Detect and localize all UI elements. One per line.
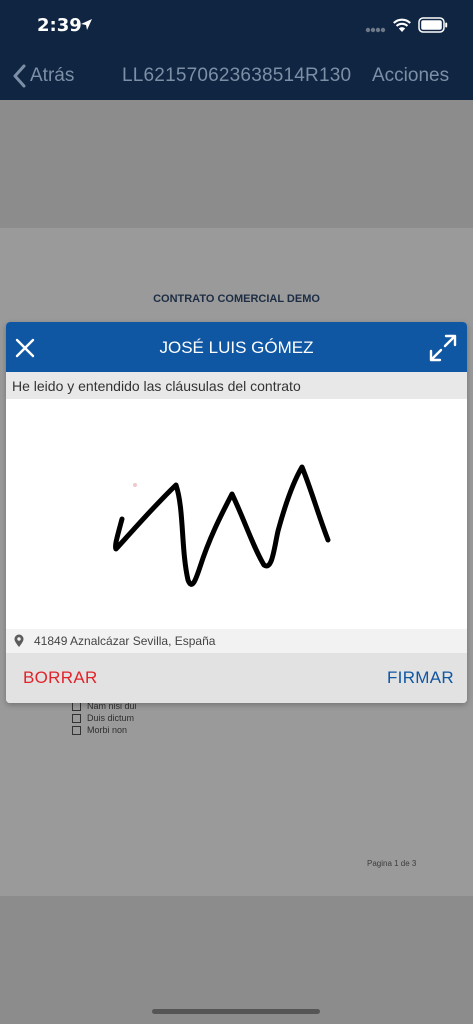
dialog-actions: BORRAR FIRMAR (6, 653, 467, 703)
chevron-left-icon (13, 64, 26, 88)
home-indicator[interactable] (152, 1009, 320, 1014)
checklist-item: Morbi non (72, 724, 137, 736)
statement-bar: He leido y entendido las cláusulas del c… (6, 372, 467, 399)
checkbox (72, 725, 81, 735)
dialog-header: JOSÉ LUIS GÓMEZ (6, 322, 467, 372)
document-checklist: Nam nisi dui Duis dictum Morbi non (72, 700, 137, 736)
page-title: LL621570623638514R130 (122, 65, 352, 86)
signature-stroke (113, 464, 331, 587)
statement-text: He leido y entendido las cláusulas del c… (12, 378, 301, 394)
signature-dialog: JOSÉ LUIS GÓMEZ He leido y entendido las… (6, 322, 467, 703)
clear-button[interactable]: BORRAR (23, 668, 98, 688)
checklist-item: Duis dictum (72, 712, 137, 724)
signer-name: JOSÉ LUIS GÓMEZ (159, 338, 314, 357)
back-button-label: Atrás (30, 65, 75, 86)
page-number: Pagina 1 de 3 (367, 859, 417, 868)
status-time: 2:39 (37, 15, 82, 36)
location-arrow-icon (81, 19, 92, 30)
cellular-signal-icon (365, 27, 386, 33)
document-title: CONTRATO COMERCIAL DEMO (153, 293, 320, 305)
battery-icon (418, 17, 448, 33)
sign-button[interactable]: FIRMAR (387, 668, 454, 688)
top-bar: 2:39 Atrás LL621570623638514R130 Accione… (0, 0, 473, 100)
back-button[interactable]: Atrás (12, 62, 74, 90)
checklist-item-label: Duis dictum (87, 713, 135, 723)
checklist-item-label: Morbi non (87, 725, 128, 735)
location-bar: 41849 Aznalcázar Sevilla, España (6, 629, 467, 653)
location-text: 41849 Aznalcázar Sevilla, España (34, 634, 216, 648)
wifi-icon (393, 18, 411, 32)
signature-canvas[interactable] (6, 399, 467, 629)
map-pin-icon (14, 634, 24, 647)
actions-button[interactable]: Acciones (372, 65, 449, 87)
checkbox (72, 713, 81, 723)
expand-icon[interactable] (428, 333, 458, 363)
